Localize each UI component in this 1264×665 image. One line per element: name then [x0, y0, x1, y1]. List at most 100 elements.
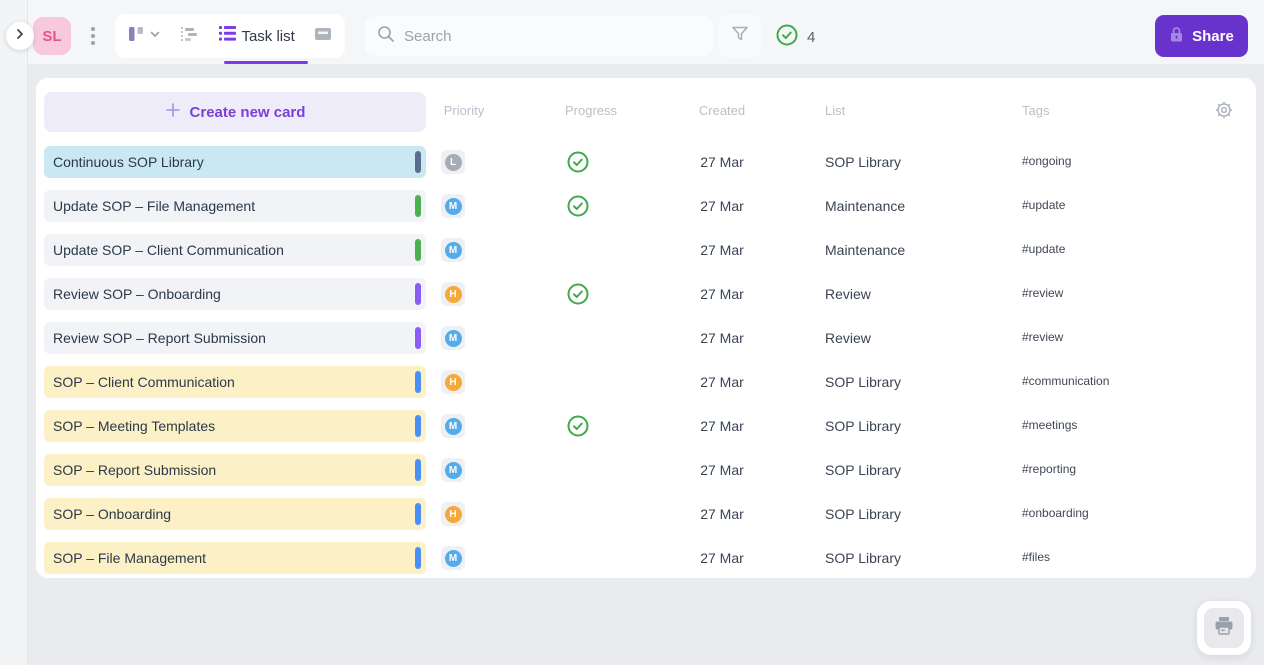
progress-done-icon[interactable]	[567, 415, 589, 437]
list-name: SOP Library	[825, 462, 901, 478]
created-date: 27 Mar	[700, 418, 744, 434]
card-color-bar	[415, 239, 421, 261]
card-color-bar	[415, 459, 421, 481]
list-name: SOP Library	[825, 374, 901, 390]
tag-label[interactable]: #reporting	[1022, 454, 1076, 484]
table-row: Update SOP – Client Communication M 27 Mar…	[36, 234, 1256, 278]
priority-badge[interactable]: H	[441, 282, 465, 306]
completed-count: 4	[807, 28, 816, 46]
printer-icon	[1213, 616, 1235, 641]
list-view-icon	[219, 26, 237, 46]
lock-icon	[1169, 26, 1184, 46]
card-view-icon	[314, 27, 332, 46]
gear-icon	[1214, 101, 1234, 124]
priority-letter: M	[444, 549, 462, 567]
priority-badge[interactable]: M	[441, 458, 465, 482]
priority-badge[interactable]: M	[441, 414, 465, 438]
progress-done-icon[interactable]	[567, 195, 589, 217]
chevron-right-icon	[14, 27, 26, 45]
tag-label[interactable]: #communication	[1022, 366, 1109, 396]
column-header-created: Created	[698, 103, 746, 118]
task-card[interactable]: SOP – Onboarding	[44, 498, 426, 530]
task-card[interactable]: SOP – File Management	[44, 542, 426, 574]
kanban-board-icon	[128, 26, 144, 47]
progress-done-icon[interactable]	[567, 151, 589, 173]
table-row: SOP – Client Communication H 27 Mar SOP Lib…	[36, 366, 1256, 410]
list-name: Review	[825, 330, 871, 346]
tag-label[interactable]: #review	[1022, 322, 1063, 352]
workspace-avatar[interactable]: SL	[33, 17, 71, 55]
chevron-down-icon	[149, 27, 161, 45]
share-button-label: Share	[1192, 27, 1234, 45]
tag-label[interactable]: #meetings	[1022, 410, 1077, 440]
sidebar-expand-button[interactable]	[6, 22, 34, 50]
collapsed-sidebar	[0, 0, 28, 665]
tag-label[interactable]: #review	[1022, 278, 1063, 308]
task-card[interactable]: SOP – Meeting Templates	[44, 410, 426, 442]
tag-label[interactable]: #update	[1022, 234, 1065, 264]
priority-badge[interactable]: M	[441, 546, 465, 570]
task-card[interactable]: SOP – Client Communication	[44, 366, 426, 398]
filter-button[interactable]	[718, 14, 762, 58]
search-icon	[377, 25, 395, 48]
tab-timeline-view[interactable]	[180, 26, 200, 47]
created-date: 27 Mar	[700, 374, 744, 390]
priority-letter: M	[444, 417, 462, 435]
timeline-icon	[180, 26, 200, 47]
list-name: Maintenance	[825, 198, 906, 214]
tab-board-view[interactable]	[128, 26, 161, 47]
tab-task-list[interactable]: Task list	[219, 26, 295, 46]
completed-count-badge[interactable]: 4	[776, 21, 815, 53]
priority-badge[interactable]: H	[441, 502, 465, 526]
task-card[interactable]: Continuous SOP Library	[44, 146, 426, 178]
priority-badge[interactable]: L	[441, 150, 465, 174]
created-date: 27 Mar	[700, 198, 744, 214]
task-card[interactable]: Update SOP – File Management	[44, 190, 426, 222]
table-row: SOP – File Management M 27 Mar SOP Library #…	[36, 542, 1256, 586]
list-name: SOP Library	[825, 418, 901, 434]
list-name: SOP Library	[825, 154, 901, 170]
created-date: 27 Mar	[700, 286, 744, 302]
progress-done-icon[interactable]	[567, 283, 589, 305]
active-tab-underline	[224, 61, 308, 64]
priority-badge[interactable]: M	[441, 238, 465, 262]
priority-letter: H	[444, 505, 462, 523]
list-name: SOP Library	[825, 550, 901, 566]
create-new-card-label: Create new card	[189, 103, 306, 121]
card-color-bar	[415, 283, 421, 305]
task-card[interactable]: Update SOP – Client Communication	[44, 234, 426, 266]
task-card[interactable]: SOP – Report Submission	[44, 454, 426, 486]
priority-badge[interactable]: H	[441, 370, 465, 394]
table-settings-button[interactable]	[1214, 100, 1234, 120]
tag-label[interactable]: #update	[1022, 190, 1065, 220]
table-row: Update SOP – File Management M 27 Mar Maint…	[36, 190, 1256, 234]
share-button[interactable]: Share	[1155, 15, 1248, 57]
create-new-card-button[interactable]: Create new card	[44, 92, 426, 132]
priority-letter: M	[444, 461, 462, 479]
task-list-panel: Create new card Priority Progress Create…	[36, 78, 1256, 578]
tag-label[interactable]: #ongoing	[1022, 146, 1071, 176]
task-card[interactable]: Review SOP – Onboarding	[44, 278, 426, 310]
table-row: Review SOP – Onboarding H 27 Mar Review #rev…	[36, 278, 1256, 322]
priority-badge[interactable]: M	[441, 326, 465, 350]
search-input[interactable]	[404, 27, 701, 45]
tab-card-view[interactable]	[314, 27, 332, 46]
top-bar: SL Task list Search 4 Share	[28, 0, 1264, 64]
print-button[interactable]	[1197, 601, 1251, 655]
created-date: 27 Mar	[700, 330, 744, 346]
card-color-bar	[415, 547, 421, 569]
card-color-bar	[415, 503, 421, 525]
tag-label[interactable]: #onboarding	[1022, 498, 1089, 528]
column-header-progress: Progress	[564, 103, 618, 118]
card-color-bar	[415, 151, 421, 173]
board-options-menu[interactable]	[86, 23, 100, 49]
priority-badge[interactable]: M	[441, 194, 465, 218]
check-circle-icon	[776, 24, 798, 51]
tag-label[interactable]: #files	[1022, 542, 1050, 572]
task-list-tab-label: Task list	[241, 27, 295, 45]
priority-letter: M	[444, 329, 462, 347]
priority-letter: H	[444, 285, 462, 303]
task-card[interactable]: Review SOP – Report Submission	[44, 322, 426, 354]
priority-letter: M	[444, 197, 462, 215]
created-date: 27 Mar	[700, 550, 744, 566]
